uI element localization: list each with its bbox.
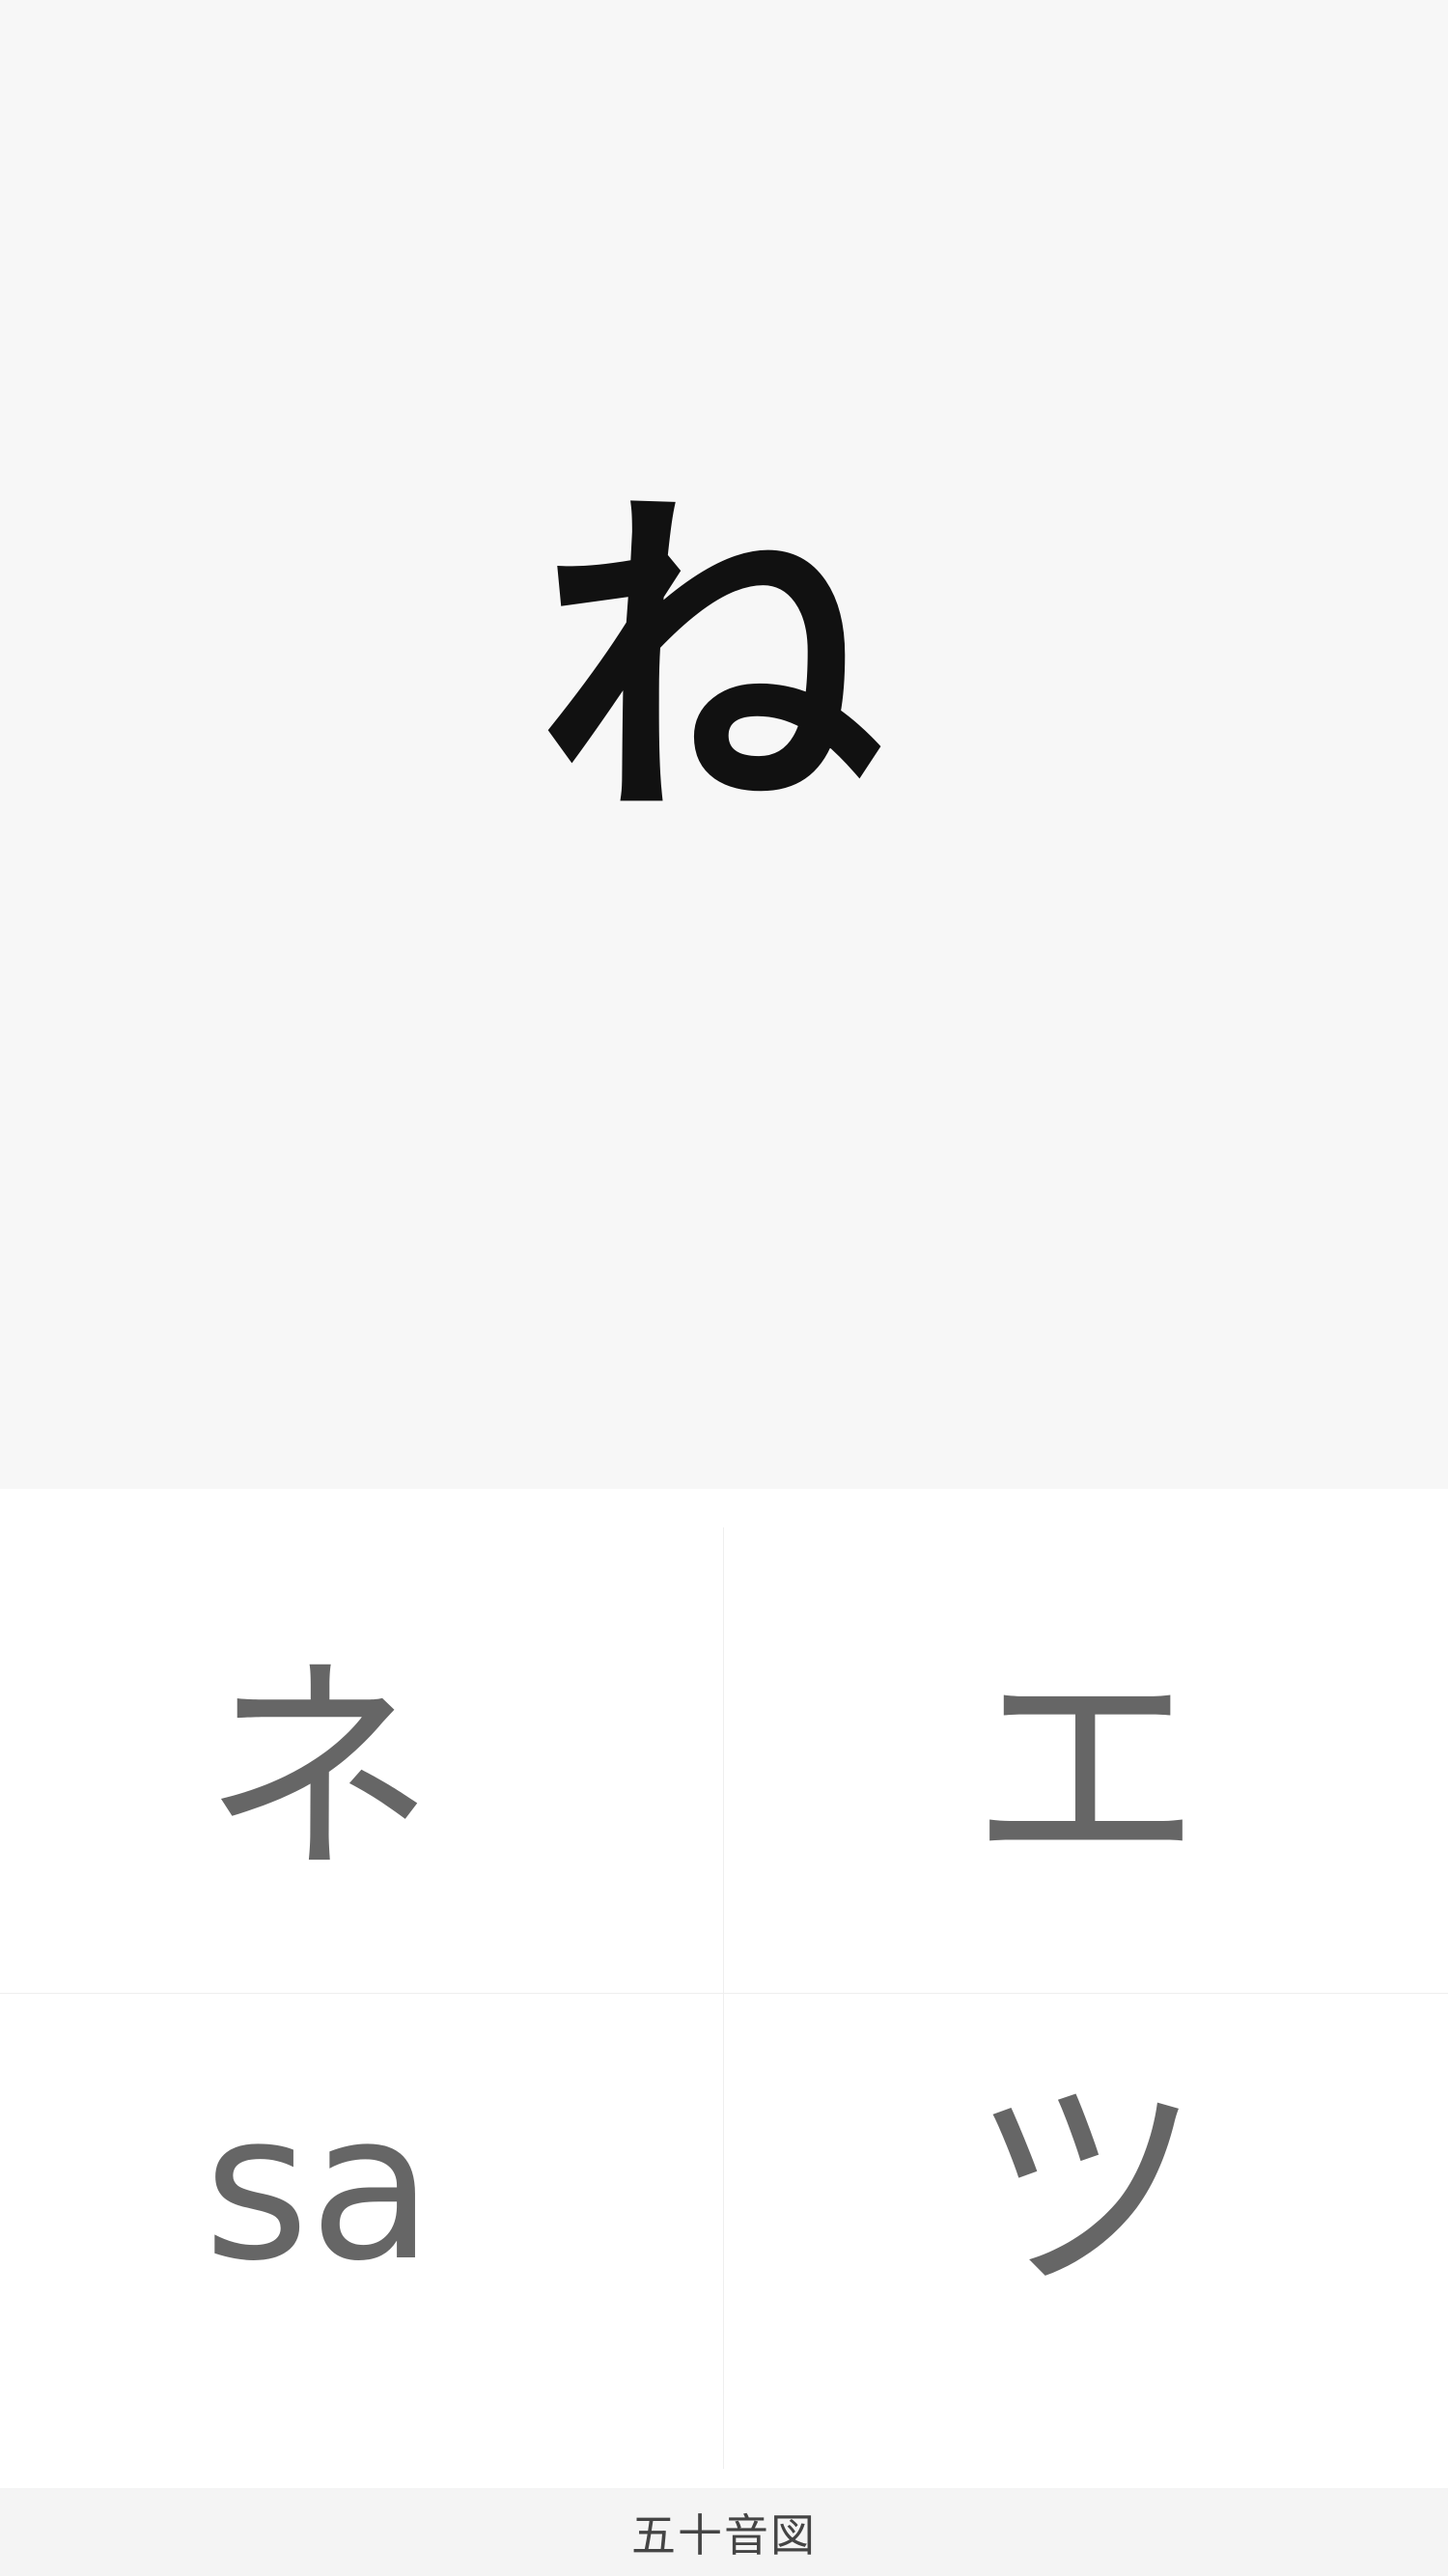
answer-choice-4[interactable]: ツ	[724, 1993, 1448, 2488]
prompt-character: ね	[536, 460, 883, 864]
answer-choice-2[interactable]: エ	[724, 1489, 1448, 1993]
gojuon-chart-button[interactable]: 五十音図	[631, 2501, 817, 2564]
answer-choice-label: ツ	[969, 2052, 1202, 2323]
answer-choice-label: エ	[969, 1635, 1202, 1905]
answer-choice-label: sa	[203, 2068, 434, 2306]
prompt-area: ね	[0, 0, 1448, 1489]
kana-quiz-screen: ね ネ エ sa ツ 五十音図	[0, 0, 1448, 2576]
answer-choice-label: ネ	[202, 1635, 434, 1905]
answer-choice-3[interactable]: sa	[0, 1993, 724, 2488]
footer-bar: 五十音図	[0, 2488, 1448, 2576]
answer-choice-1[interactable]: ネ	[0, 1489, 724, 1993]
answer-choices-grid: ネ エ sa ツ	[0, 1489, 1448, 2488]
